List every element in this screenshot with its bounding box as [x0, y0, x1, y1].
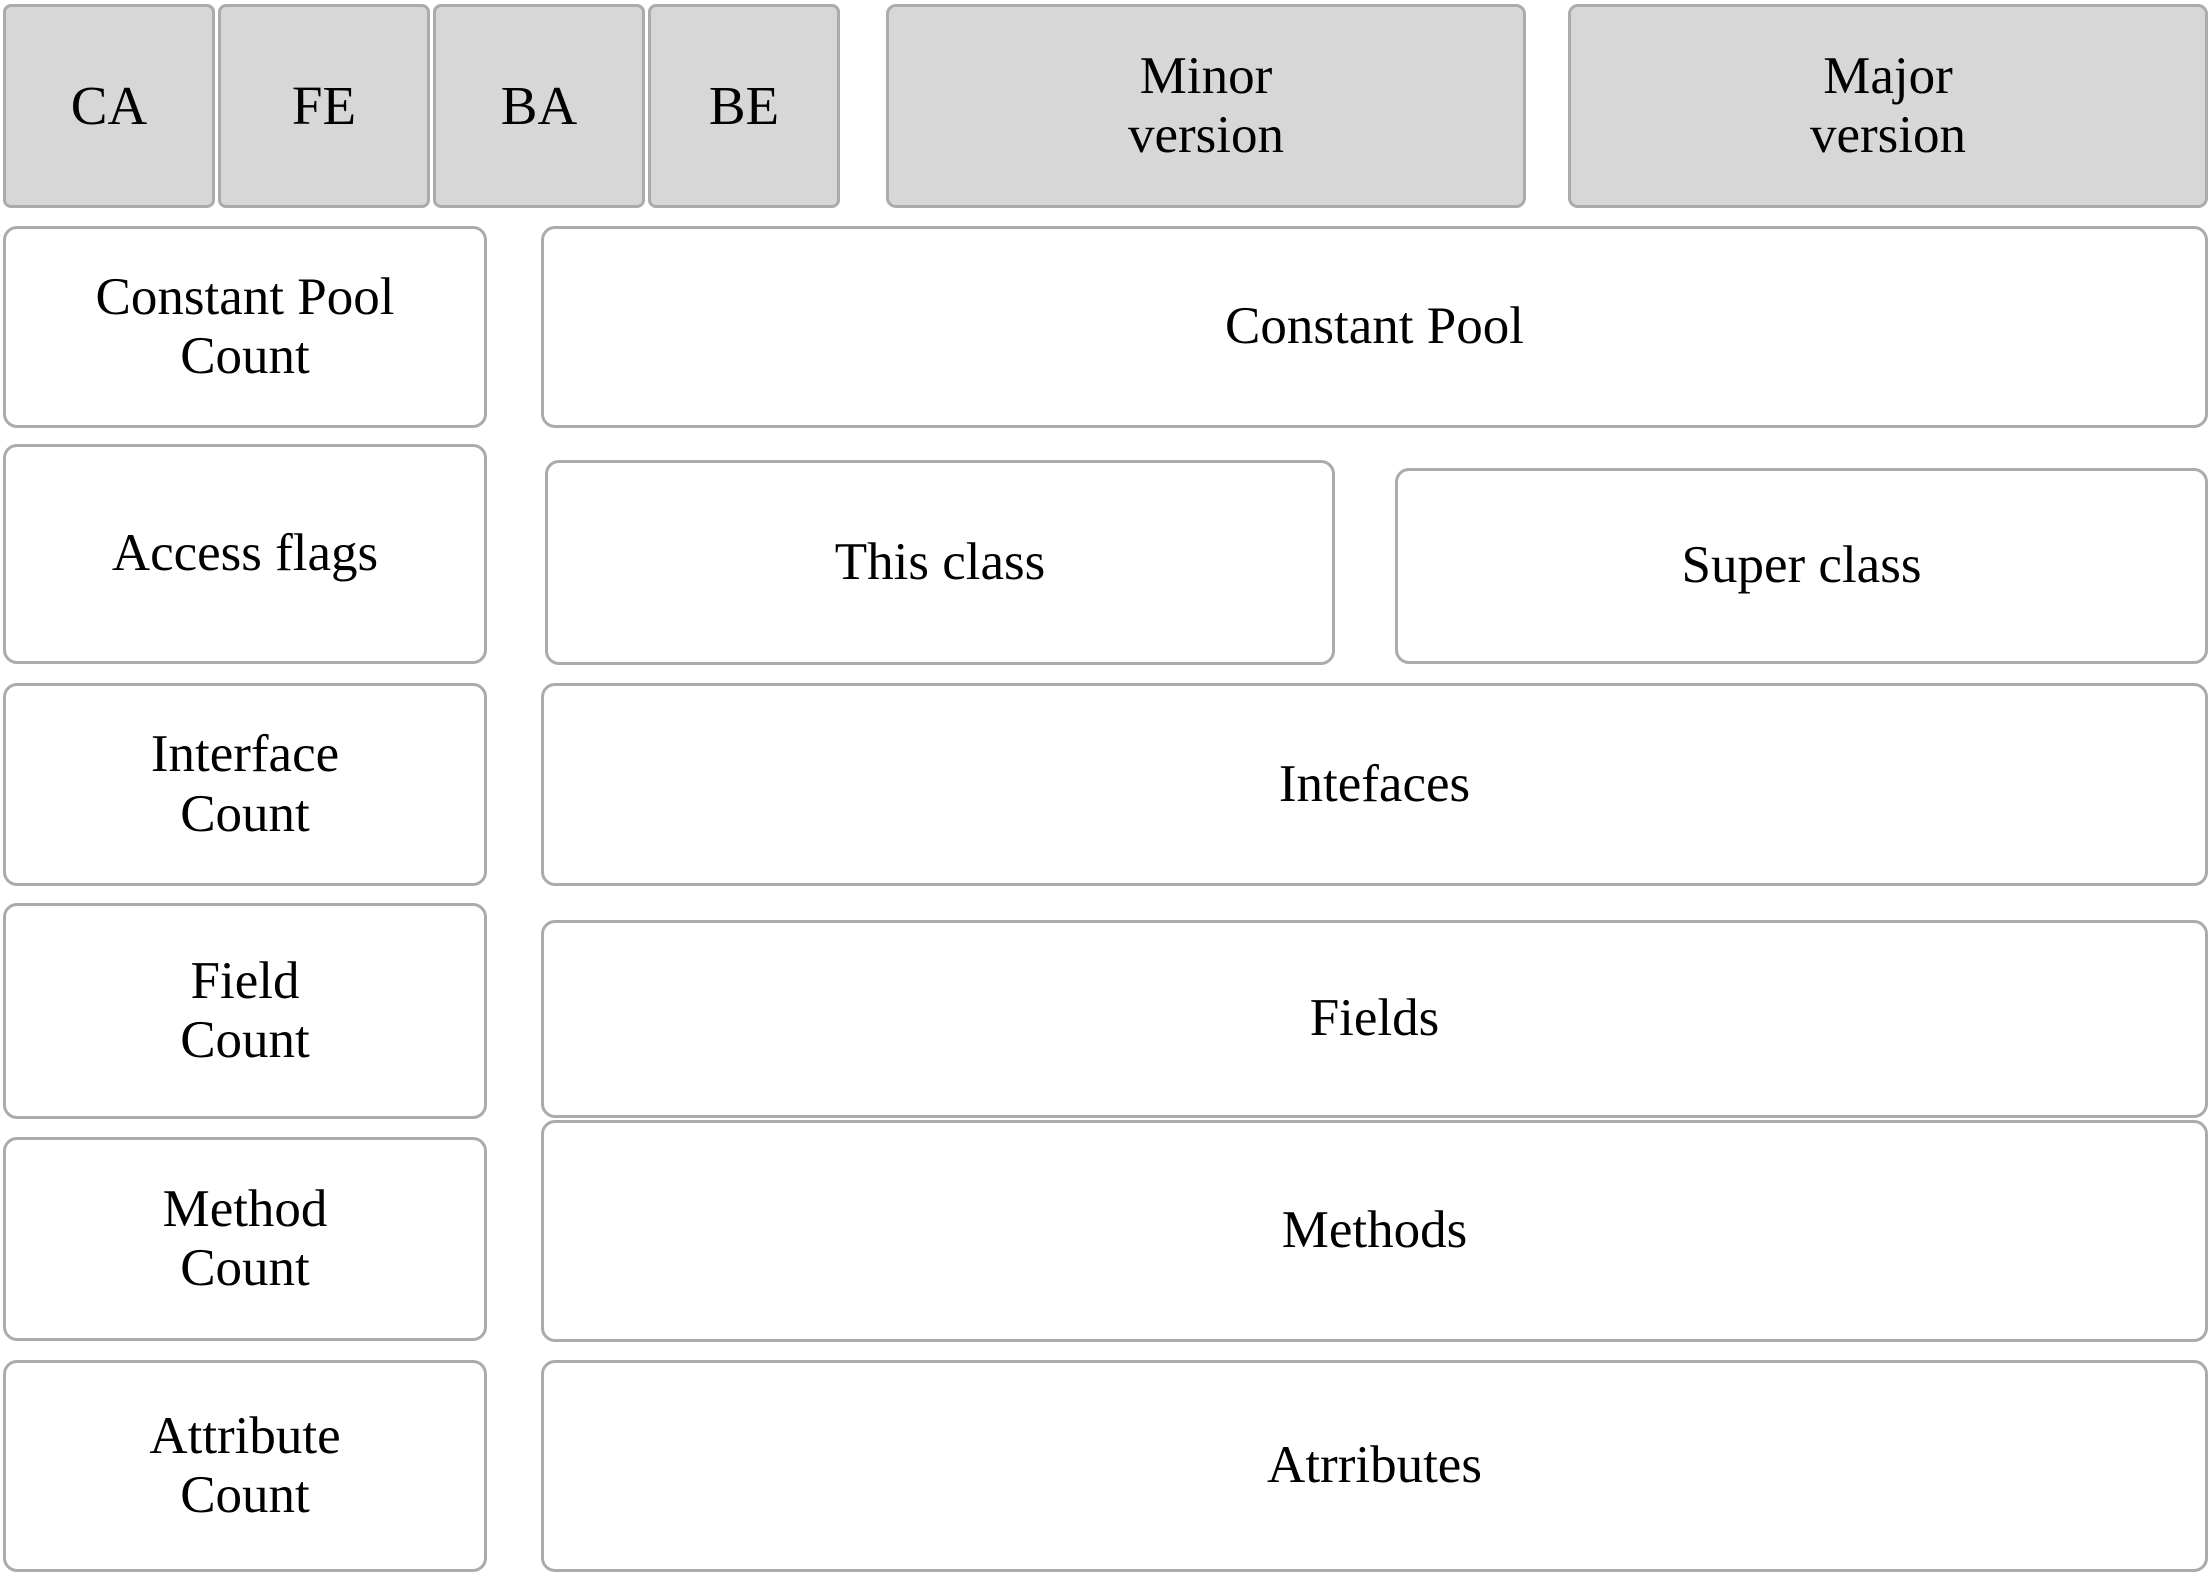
- major-version: Major version: [1568, 4, 2208, 208]
- field-count: Field Count: [3, 903, 487, 1119]
- super-class: Super class: [1395, 468, 2208, 664]
- super-class-label: Super class: [1681, 536, 1922, 595]
- magic-byte-ca: CA: [3, 4, 215, 208]
- attribute-count-label: Attribute Count: [149, 1406, 341, 1524]
- fields-label: Fields: [1309, 989, 1440, 1048]
- constant-pool: Constant Pool: [541, 226, 2208, 428]
- magic-byte-fe: FE: [218, 4, 430, 208]
- magic-byte-fe-label: FE: [291, 75, 357, 137]
- magic-byte-ba-label: BA: [500, 75, 578, 137]
- interfaces-label: Intefaces: [1278, 754, 1471, 813]
- attributes: Atrributes: [541, 1360, 2208, 1572]
- interfaces: Intefaces: [541, 683, 2208, 886]
- magic-byte-ca-label: CA: [70, 75, 148, 137]
- attributes-label: Atrributes: [1267, 1436, 1482, 1495]
- minor-version-label: Minor version: [1127, 46, 1285, 164]
- access-flags-label: Access flags: [111, 524, 379, 583]
- class-file-structure-diagram: CA FE BA BE Minor version Major version …: [0, 0, 2212, 1583]
- fields: Fields: [541, 920, 2208, 1118]
- attribute-count: Attribute Count: [3, 1360, 487, 1572]
- interface-count: Interface Count: [3, 683, 487, 886]
- interface-count-label: Interface Count: [150, 725, 340, 843]
- methods: Methods: [541, 1120, 2208, 1342]
- field-count-label: Field Count: [180, 951, 310, 1069]
- method-count-label: Method Count: [162, 1179, 328, 1297]
- this-class: This class: [545, 460, 1335, 665]
- constant-pool-label: Constant Pool: [1225, 297, 1524, 356]
- magic-byte-be: BE: [648, 4, 840, 208]
- constant-pool-count-label: Constant Pool Count: [95, 267, 395, 385]
- methods-label: Methods: [1281, 1201, 1468, 1260]
- major-version-label: Major version: [1809, 46, 1967, 164]
- method-count: Method Count: [3, 1137, 487, 1341]
- magic-byte-be-label: BE: [708, 75, 780, 137]
- this-class-label: This class: [834, 532, 1046, 591]
- access-flags: Access flags: [3, 444, 487, 664]
- minor-version: Minor version: [886, 4, 1526, 208]
- magic-byte-ba: BA: [433, 4, 645, 208]
- constant-pool-count: Constant Pool Count: [3, 226, 487, 428]
